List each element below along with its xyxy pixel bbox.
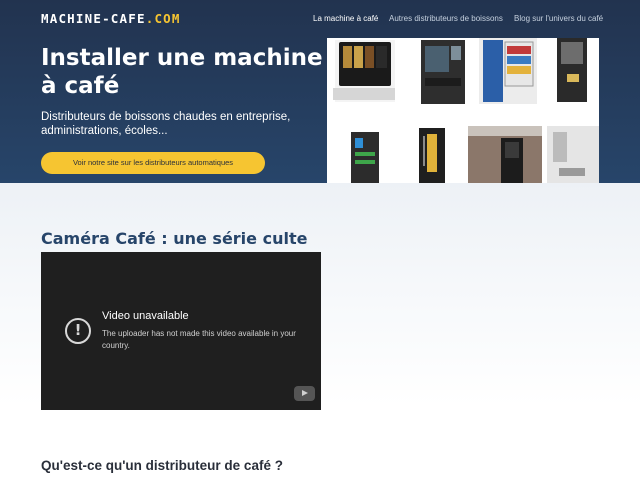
nav-link-machine-a-cafe[interactable]: La machine à café [313,14,378,23]
machine-image-8 [547,126,599,183]
hero-subtitle: Distributeurs de boissons chaudes en ent… [41,111,291,137]
warning-icon: ! [65,318,91,344]
machine-image-4 [557,38,587,102]
section-title: Caméra Café : une série culte [41,229,308,248]
main-navigation: La machine à café Autres distributeurs d… [0,14,640,26]
video-unavailable-message: The uploader has not made this video ava… [102,329,296,350]
youtube-logo-icon[interactable] [294,386,315,401]
nav-link-blog[interactable]: Blog sur l'univers du café [514,14,603,23]
video-unavailable-title: Video unavailable [102,310,189,322]
machine-images [333,38,599,183]
nav-link-autres-distributeurs[interactable]: Autres distributeurs de boissons [389,14,503,23]
machine-image-2 [421,40,465,104]
machine-gallery [327,38,599,183]
machine-image-6 [419,128,445,183]
machine-image-5 [351,132,379,183]
video-player[interactable]: ! Video unavailable The uploader has not… [41,252,321,410]
machine-image-3 [479,38,537,104]
next-section-title: Qu'est-ce qu'un distributeur de café ? [41,458,283,473]
machine-image-1 [333,40,395,102]
cta-button[interactable]: Voir notre site sur les distributeurs au… [41,152,265,174]
machine-image-7 [468,126,542,183]
hero-title: Installer une machine à café [41,45,323,99]
